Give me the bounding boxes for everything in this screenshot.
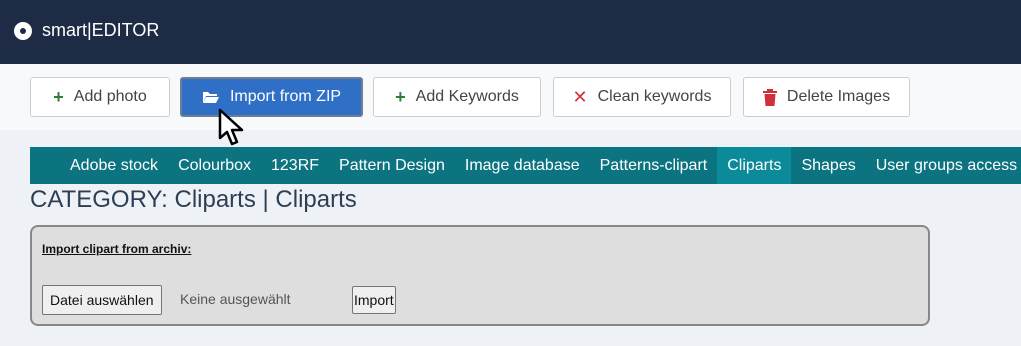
page-title: CATEGORY: Cliparts | Cliparts bbox=[30, 186, 357, 213]
trash-icon bbox=[762, 88, 777, 106]
tab-shapes[interactable]: Shapes bbox=[791, 147, 865, 184]
add-keywords-label: Add Keywords bbox=[415, 88, 519, 105]
import-from-zip-label: Import from ZIP bbox=[229, 88, 342, 105]
tab-colourbox[interactable]: Colourbox bbox=[168, 147, 261, 184]
plus-icon: + bbox=[395, 87, 406, 107]
import-clipart-label: Import clipart from archiv: bbox=[42, 242, 192, 256]
app-title: smart|EDITOR bbox=[42, 20, 160, 40]
plus-icon: + bbox=[53, 87, 64, 107]
file-status-text: Keine ausgewählt bbox=[180, 291, 291, 307]
toolbar: + Add photo Import from ZIP + Add Keywor… bbox=[0, 64, 1021, 130]
folder-open-icon bbox=[202, 90, 220, 104]
tab-pattern-design[interactable]: Pattern Design bbox=[329, 147, 455, 184]
tab-image-database[interactable]: Image database bbox=[455, 147, 590, 184]
clean-keywords-button[interactable]: ✕ Clean keywords bbox=[553, 77, 731, 117]
app-header: smart|EDITOR bbox=[0, 0, 1021, 64]
import-clipart-panel: Import clipart from archiv: Datei auswäh… bbox=[30, 225, 930, 326]
import-from-zip-button[interactable]: Import from ZIP bbox=[180, 77, 363, 117]
add-keywords-button[interactable]: + Add Keywords bbox=[373, 77, 541, 117]
add-photo-label: Add photo bbox=[73, 88, 147, 105]
import-button[interactable]: Import bbox=[352, 286, 396, 314]
tab-123rf[interactable]: 123RF bbox=[261, 147, 329, 184]
mouse-pointer-icon bbox=[218, 108, 244, 146]
tab-adobe-stock[interactable]: Adobe stock bbox=[60, 147, 168, 184]
x-icon: ✕ bbox=[572, 87, 588, 107]
clean-keywords-label: Clean keywords bbox=[597, 88, 712, 105]
tab-patterns-clipart[interactable]: Patterns-clipart bbox=[590, 147, 718, 184]
delete-images-label: Delete Images bbox=[786, 88, 891, 105]
tab-cliparts[interactable]: Cliparts bbox=[717, 147, 792, 184]
choose-file-button[interactable]: Datei auswählen bbox=[42, 285, 162, 315]
category-nav: Adobe stock Colourbox 123RF Pattern Desi… bbox=[30, 147, 1021, 184]
record-icon bbox=[14, 22, 32, 40]
tab-user-groups-access[interactable]: User groups access bbox=[866, 147, 1021, 184]
add-photo-button[interactable]: + Add photo bbox=[30, 77, 170, 117]
delete-images-button[interactable]: Delete Images bbox=[743, 77, 910, 117]
